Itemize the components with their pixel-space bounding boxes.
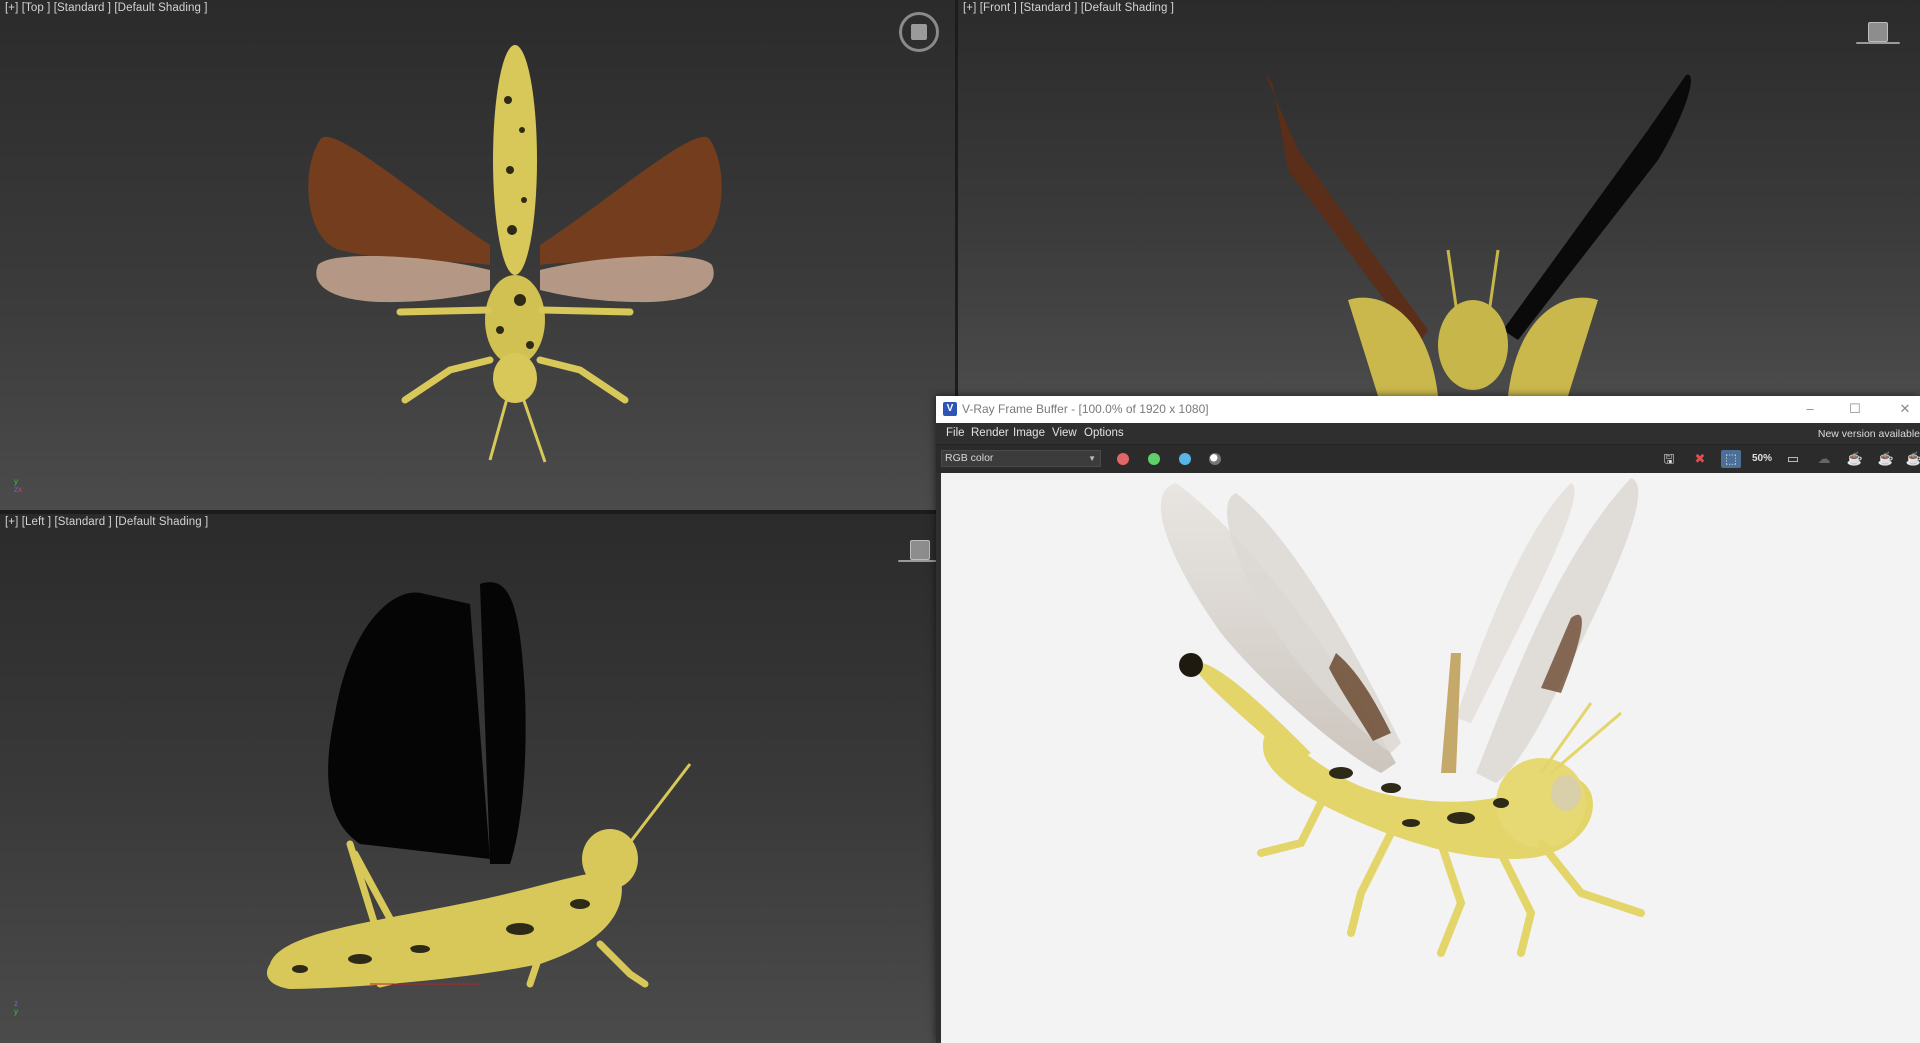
vray-frame-buffer-window[interactable]: V V-Ray Frame Buffer - [100.0% of 1920 x… (936, 396, 1920, 1043)
locust-top-view (308, 45, 722, 463)
viewport-left[interactable]: [+] [Left ] [Standard ] [Default Shading… (0, 514, 936, 1043)
viewport-divider-vertical[interactable] (955, 0, 958, 396)
blue-channel-toggle[interactable] (1179, 453, 1191, 465)
menu-file[interactable]: File (946, 427, 965, 439)
render-teapot-last-icon[interactable]: ☕ (1904, 450, 1920, 468)
viewport-divider-horizontal[interactable] (0, 510, 936, 514)
vfb-title: V-Ray Frame Buffer - [100.0% of 1920 x 1… (962, 402, 1209, 416)
menu-image[interactable]: Image (1013, 427, 1045, 439)
render-interactive-icon[interactable]: ☁ (1814, 450, 1834, 468)
chevron-down-icon: ▼ (1088, 454, 1096, 463)
render-image[interactable] (941, 473, 1920, 1043)
red-channel-toggle[interactable] (1117, 453, 1129, 465)
new-version-link[interactable]: New version available (1818, 428, 1920, 440)
channel-select-value: RGB color (945, 452, 994, 464)
axis-y-label: y (14, 1007, 18, 1016)
viewport-top[interactable]: [+] [Top ] [Standard ] [Default Shading … (0, 0, 955, 510)
locust-front-view (1266, 74, 1691, 396)
save-icon[interactable]: 🖫 (1659, 450, 1679, 468)
alpha-channel-toggle[interactable] (1209, 453, 1221, 465)
axis-tripod-icon: z y (14, 1000, 18, 1016)
zoom-icon[interactable]: 50% (1752, 450, 1772, 468)
render-teapot-alt-icon[interactable]: ☕ (1876, 450, 1896, 468)
render-teapot-icon[interactable]: ☕ (1845, 450, 1865, 468)
vfb-toolbar: RGB color ▼ 🖫 ✖ ⬚ 50% ▭ ☁ ☕ ☕ ☕ (936, 444, 1920, 474)
green-channel-toggle[interactable] (1148, 453, 1160, 465)
channel-select[interactable]: RGB color ▼ (941, 450, 1101, 467)
frame-icon[interactable]: ▭ (1783, 450, 1803, 468)
close-button[interactable]: ✕ (1890, 399, 1920, 419)
region-select-icon[interactable]: ⬚ (1721, 450, 1741, 468)
axis-x-label: x (18, 485, 22, 494)
viewport-front[interactable]: [+] [Front ] [Standard ] [Default Shadin… (958, 0, 1920, 396)
minimize-button[interactable]: – (1795, 399, 1825, 419)
menu-render[interactable]: Render (971, 427, 1009, 439)
menu-options[interactable]: Options (1084, 427, 1124, 439)
locust-left-view (266, 582, 692, 989)
vfb-menubar: File Render Image View Options New versi… (936, 423, 1920, 444)
menu-view[interactable]: View (1052, 427, 1077, 439)
vfb-titlebar[interactable]: V V-Ray Frame Buffer - [100.0% of 1920 x… (936, 396, 1920, 423)
rendered-locust (1160, 478, 1645, 957)
clear-icon[interactable]: ✖ (1690, 450, 1710, 468)
maximize-button[interactable]: ☐ (1840, 399, 1870, 419)
axis-tripod-icon: y zx (14, 478, 22, 494)
vray-logo-icon: V (943, 402, 957, 416)
